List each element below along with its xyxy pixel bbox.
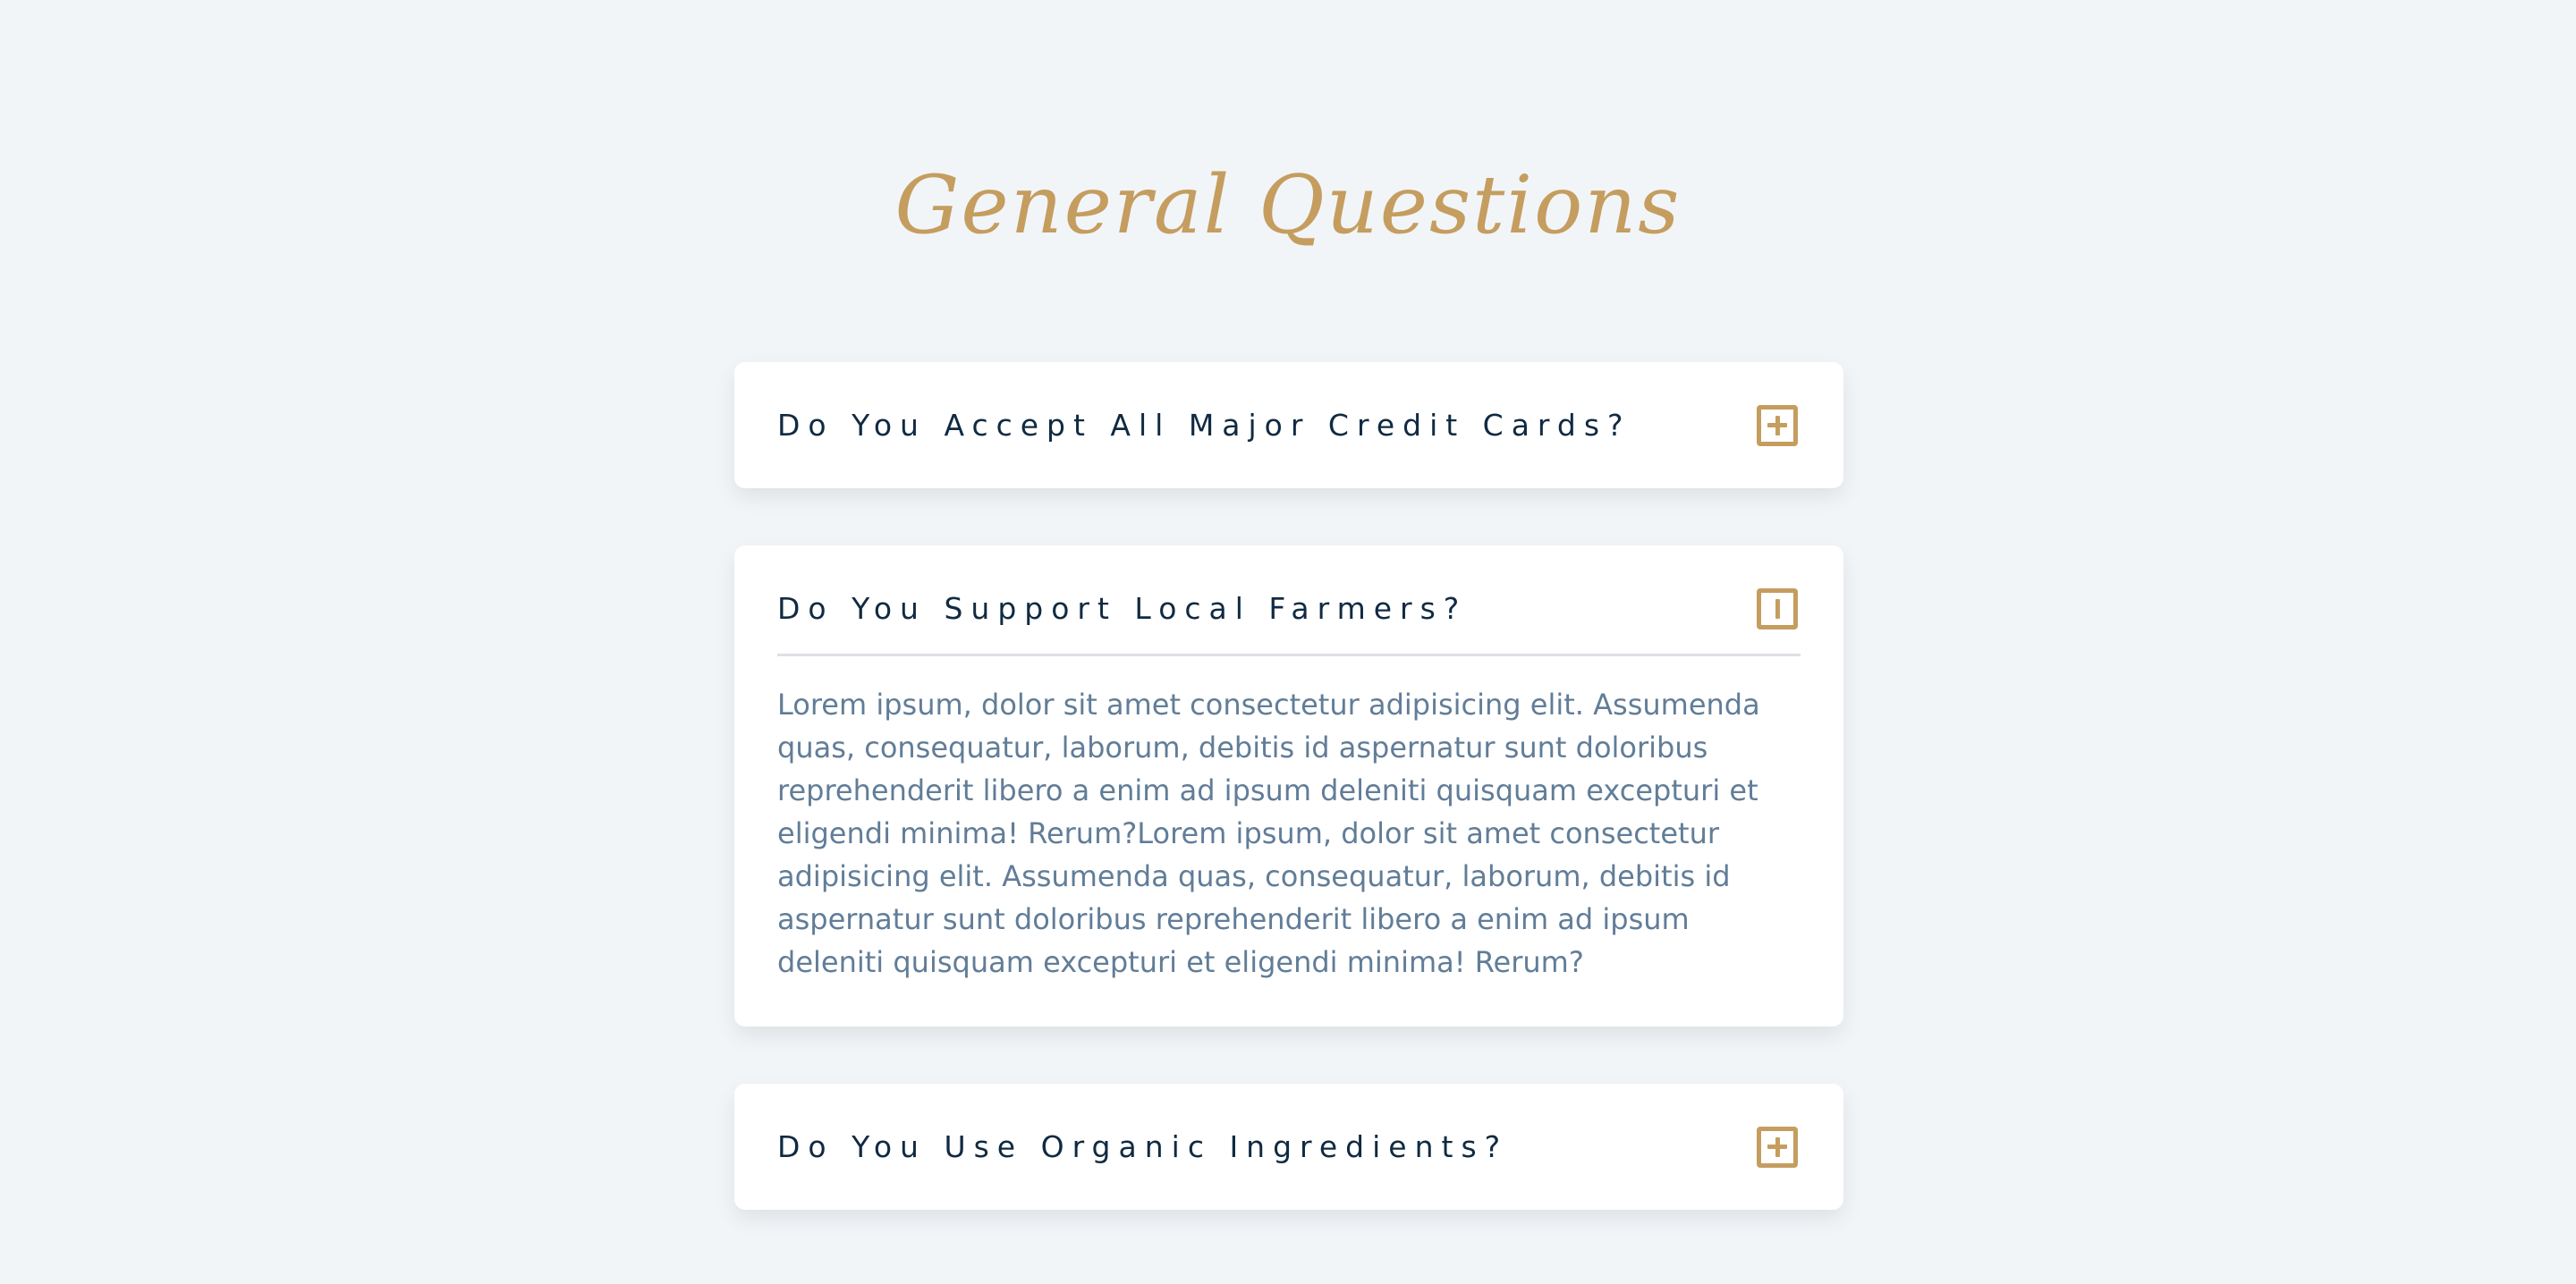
faq-question-title: Do You Support Local Farmers? <box>777 591 1468 626</box>
faq-item-header[interactable]: Do You Use Organic Ingredients? <box>777 1084 1801 1210</box>
plus-square-icon[interactable] <box>1757 1126 1798 1168</box>
faq-item-credit-cards: Do You Accept All Major Credit Cards? <box>734 362 1843 488</box>
faq-list: Do You Accept All Major Credit Cards? Do… <box>734 362 1843 1210</box>
faq-question-title: Do You Accept All Major Credit Cards? <box>777 408 1631 443</box>
minus-square-icon[interactable] <box>1757 587 1798 629</box>
faq-item-header[interactable]: Do You Accept All Major Credit Cards? <box>777 362 1801 488</box>
faq-question-title: Do You Use Organic Ingredients? <box>777 1129 1509 1164</box>
plus-square-icon[interactable] <box>1757 404 1798 446</box>
faq-answer-text: Lorem ipsum, dolor sit amet consectetur … <box>777 688 1760 979</box>
faq-item-organic-ingredients: Do You Use Organic Ingredients? <box>734 1084 1843 1210</box>
page-title: General Questions <box>894 158 1682 252</box>
faq-item-header[interactable]: Do You Support Local Farmers? <box>777 545 1801 672</box>
faq-item-local-farmers: Do You Support Local Farmers? Lorem ipsu… <box>734 545 1843 1026</box>
